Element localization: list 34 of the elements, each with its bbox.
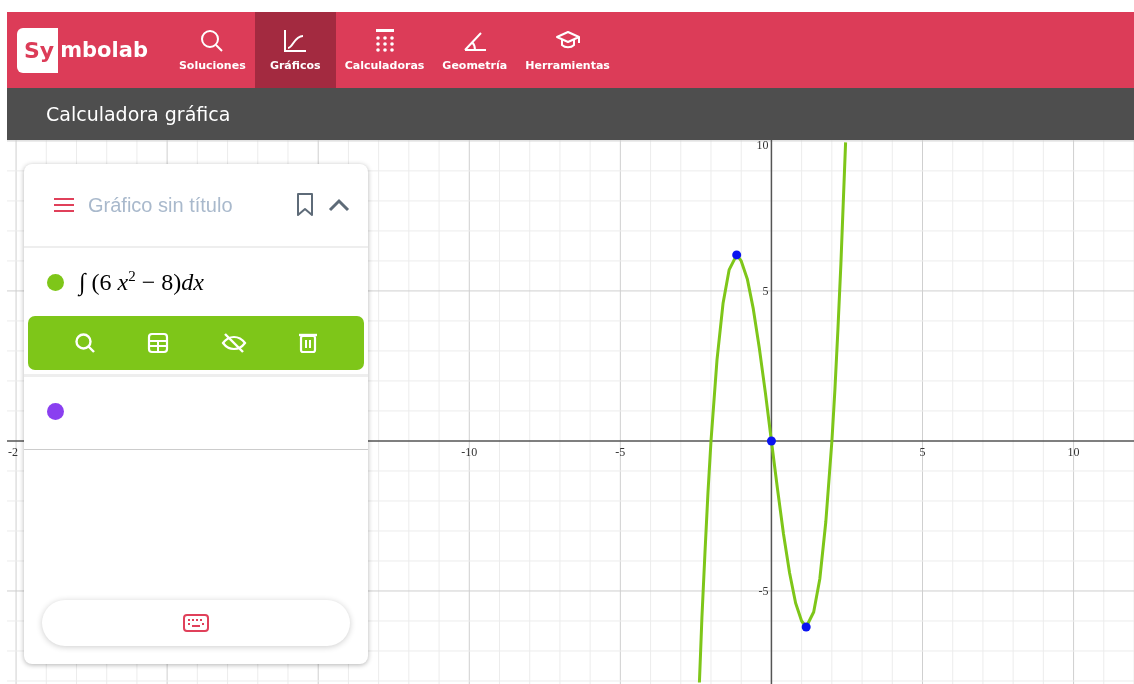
eye-off-icon (220, 332, 247, 354)
key-point (801, 622, 811, 632)
y-tick-label: 10 (756, 140, 769, 152)
x-tick-label: -2 (8, 444, 18, 459)
y-tick-label: -5 (758, 584, 769, 598)
x-tick-label: 10 (1067, 444, 1080, 459)
nav-tab[interactable]: Geometría (433, 12, 517, 88)
graph-icon (282, 28, 309, 54)
x-tick-label: -10 (461, 444, 478, 459)
expression-row[interactable]: ∫ (6 x$^{2}$ − 8)dx (24, 248, 368, 377)
formula[interactable]: ∫ (6 x$^{2}$ − 8)dx (79, 268, 204, 296)
key-point (732, 250, 742, 260)
calculator-icon (373, 28, 396, 54)
table-icon (147, 332, 170, 354)
page-title: Calculadora gráfica (46, 103, 231, 125)
keyboard-icon (183, 614, 209, 632)
x-tick-label: 5 (919, 444, 926, 459)
bookmark-icon[interactable] (296, 193, 314, 217)
key-point (766, 436, 776, 446)
x-tick-label: -5 (615, 444, 626, 459)
chevron-up-icon[interactable] (328, 198, 350, 212)
logo-mark: Sy (17, 27, 59, 73)
keyboard-button[interactable] (42, 600, 350, 646)
nav-tab[interactable]: Soluciones (169, 12, 255, 88)
color-dot[interactable] (47, 273, 64, 291)
color-dot[interactable] (47, 402, 64, 420)
nav-tab[interactable]: Herramientas (516, 12, 619, 88)
search-icon (73, 332, 96, 354)
nav-tab[interactable]: Calculadoras (335, 12, 434, 88)
nav-tab[interactable]: Gráficos (254, 12, 336, 88)
trash-icon (298, 332, 319, 354)
menu-icon[interactable] (54, 197, 74, 213)
logo-text: mbolab (60, 38, 148, 62)
y-tick-label: 5 (762, 283, 769, 298)
